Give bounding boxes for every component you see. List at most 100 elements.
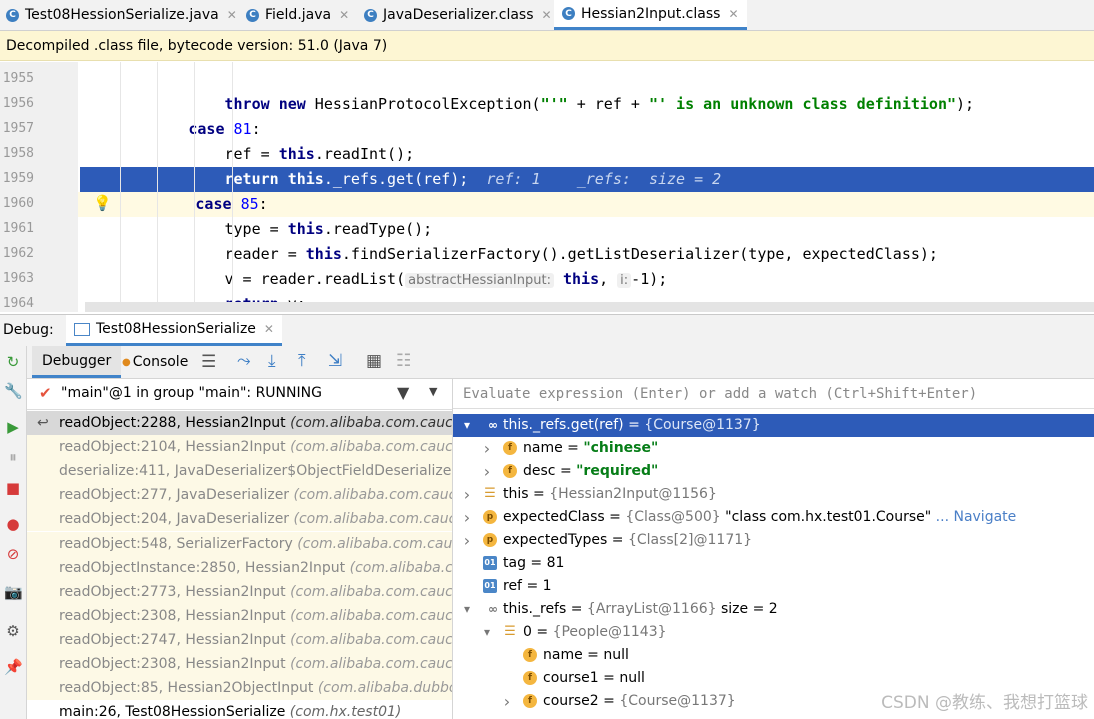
frame-method: readObject:2308, Hessian2Input <box>59 607 286 624</box>
variable-value: null <box>603 647 629 663</box>
frame-method: readObject:2308, Hessian2Input <box>59 656 286 672</box>
stack-frame[interactable]: readObject:277, JavaDeserializer (com.al… <box>27 483 452 508</box>
wrench-icon[interactable]: 🔧 <box>4 382 23 400</box>
variable-name: course1 <box>543 670 599 686</box>
tab-console[interactable]: ● Console <box>122 346 188 378</box>
variable-text: expectedClass = {Class@500} "class com.h… <box>503 506 1016 529</box>
session-label: Test08HessionSerialize <box>96 321 256 337</box>
stack-frame[interactable]: deserialize:411, JavaDeserializer$Object… <box>27 459 452 484</box>
settings-gear-icon[interactable]: ⚙ <box>4 622 22 640</box>
close-icon[interactable]: ✕ <box>339 8 349 22</box>
variable-row[interactable]: f course1 = null <box>453 667 1094 690</box>
tab-javadeserializer[interactable]: C JavaDeserializer.class ✕ <box>364 0 552 30</box>
indent-guide <box>120 62 121 312</box>
view-breakpoints-icon[interactable]: ● <box>4 515 22 533</box>
frames-panel: ✔ "main"@1 in group "main": RUNNING ▼ ▼ … <box>27 379 453 719</box>
rerun-icon[interactable]: ↻ <box>4 353 22 371</box>
stack-frame[interactable]: readObject:85, Hessian2ObjectInput (com.… <box>27 676 452 701</box>
stack-frame[interactable]: readObjectInstance:2850, Hessian2Input (… <box>27 555 452 580</box>
variable-value: {Course@1137} <box>644 417 761 433</box>
variable-value: 81 <box>546 555 565 571</box>
pin-icon[interactable]: 📌 <box>4 658 23 676</box>
step-over-icon[interactable]: ⤓ <box>268 351 276 371</box>
chevron-down-icon[interactable]: ▾ <box>461 598 473 621</box>
variable-text: name = "chinese" <box>523 437 658 460</box>
close-icon[interactable]: ✕ <box>264 322 274 336</box>
variable-row[interactable]: › p expectedClass = {Class@500} "class com… <box>453 506 1094 529</box>
frame-package: (com.alibaba.com.caucho.h <box>290 583 452 600</box>
stack-frame[interactable]: readObject:2104, Hessian2Input (com.alib… <box>27 435 452 460</box>
stack-frame[interactable]: readObject:2747, Hessian2Input (com.alib… <box>27 627 452 652</box>
tab-debugger[interactable]: Debugger <box>32 346 122 378</box>
evaluate-expression-input[interactable]: Evaluate expression (Enter) or add a wat… <box>453 379 1094 409</box>
line-number: 1963 <box>2 271 34 286</box>
variable-row[interactable]: › ☰ this = {Hessian2Input@1156} <box>453 483 1094 506</box>
indent-guide <box>157 62 158 312</box>
stack-frame[interactable]: main:26, Test08HessionSerialize (com.hx.… <box>27 700 452 719</box>
chevron-down-icon[interactable]: ▾ <box>461 414 473 437</box>
line-number: 1959 <box>2 171 34 186</box>
debug-tool-window-header: Debug: Test08HessionSerialize ✕ <box>0 314 1094 347</box>
tab-hessian2input[interactable]: C Hessian2Input.class ✕ <box>554 0 747 30</box>
pause-icon[interactable]: ⏸ <box>4 448 22 466</box>
line-number: 1962 <box>2 246 34 261</box>
step-into-icon[interactable]: ⤒ <box>298 351 306 371</box>
tab-test08hessionserialize[interactable]: C Test08HessionSerialize.java ✕ <box>6 0 237 30</box>
equals-sign: = <box>566 601 587 617</box>
variable-row[interactable]: f name = null <box>453 644 1094 667</box>
evaluate-expression-icon[interactable]: ▦ <box>366 351 382 371</box>
stack-frame[interactable]: readObject:2308, Hessian2Input (com.alib… <box>27 652 452 676</box>
step-out-icon[interactable]: ⇲ <box>328 351 342 371</box>
filter-icon[interactable]: ▼ <box>397 383 409 402</box>
field-icon: f <box>523 694 537 708</box>
tab-field[interactable]: C Field.java ✕ <box>246 0 349 30</box>
close-icon[interactable]: ✕ <box>227 8 237 22</box>
frame-package: (com.alibaba.dubbo.co <box>317 680 452 697</box>
menu-lines-icon[interactable]: ☰ <box>201 352 216 372</box>
chevron-right-icon[interactable]: › <box>461 483 473 506</box>
debug-side-toolbar: ↻ 🔧 ▶ ⏸ ■ ● ⊘ 📷 ⚙ 📌 <box>0 346 27 719</box>
chevron-right-icon[interactable]: › <box>481 460 493 483</box>
stack-frame[interactable]: ↩ readObject:2288, Hessian2Input (com.ali… <box>27 411 452 435</box>
variable-value: {Class@500} <box>625 509 721 525</box>
chevron-down-icon[interactable]: ▾ <box>481 621 493 644</box>
stack-frame[interactable]: readObject:204, JavaDeserializer (com.al… <box>27 507 452 532</box>
variable-row[interactable]: › f desc = "required" <box>453 460 1094 483</box>
close-icon[interactable]: ✕ <box>728 7 738 21</box>
variable-row[interactable]: › f name = "chinese" <box>453 437 1094 460</box>
variable-row[interactable]: ▾ ∞ this._refs.get(ref) = {Course@1137} <box>453 414 1094 437</box>
variable-row[interactable]: ▾ ☰ 0 = {People@1143} <box>453 621 1094 644</box>
trace-current-stream-icon[interactable]: ☷ <box>396 351 411 371</box>
navigate-link[interactable]: ... Navigate <box>931 509 1017 525</box>
chevron-down-icon[interactable]: ▼ <box>429 385 437 398</box>
chevron-right-icon[interactable]: › <box>461 506 473 529</box>
param-icon: p <box>483 510 497 524</box>
horizontal-scrollbar[interactable] <box>85 302 1094 312</box>
code-editor[interactable]: 1955 1956 1957 1958 1959 1960 1961 1962 … <box>0 62 1094 312</box>
inline-debug-values: ref: 1 _refs: size = 2 <box>486 170 722 188</box>
stack-frame[interactable]: readObject:2773, Hessian2Input (com.alib… <box>27 579 452 604</box>
variables-panel: Evaluate expression (Enter) or add a wat… <box>453 379 1094 719</box>
intention-bulb-icon[interactable]: 💡 <box>93 194 112 212</box>
variable-row[interactable]: › p expectedTypes = {Class[2]@1171} <box>453 529 1094 552</box>
thread-selector[interactable]: ✔ "main"@1 in group "main": RUNNING ▼ ▼ <box>27 379 452 410</box>
camera-icon[interactable]: 📷 <box>4 583 23 601</box>
variable-row[interactable]: 01 tag = 81 <box>453 552 1094 575</box>
variable-row[interactable]: 01 ref = 1 <box>453 575 1094 598</box>
resume-icon[interactable]: ▶ <box>4 418 22 436</box>
show-execution-point-icon[interactable]: ⤳ <box>237 351 251 371</box>
equals-sign: = <box>598 670 620 686</box>
chevron-right-icon[interactable]: › <box>461 529 473 552</box>
stack-frame[interactable]: readObject:548, SerializerFactory (com.a… <box>27 531 452 556</box>
close-icon[interactable]: ✕ <box>542 8 552 22</box>
chevron-right-icon[interactable]: › <box>481 437 493 460</box>
chevron-right-icon[interactable]: › <box>501 690 513 713</box>
tab-debug-session[interactable]: Test08HessionSerialize ✕ <box>66 315 282 346</box>
field-icon: f <box>503 441 517 455</box>
stack-frame[interactable]: readObject:2308, Hessian2Input (com.alib… <box>27 603 452 628</box>
variable-value: "chinese" <box>583 440 659 456</box>
variable-row[interactable]: ▾ ∞ this._refs = {ArrayList@1166} size = 2 <box>453 598 1094 621</box>
mute-breakpoints-icon[interactable]: ⊘ <box>4 545 22 563</box>
stop-icon[interactable]: ■ <box>4 479 22 497</box>
variable-name: expectedTypes <box>503 532 608 548</box>
